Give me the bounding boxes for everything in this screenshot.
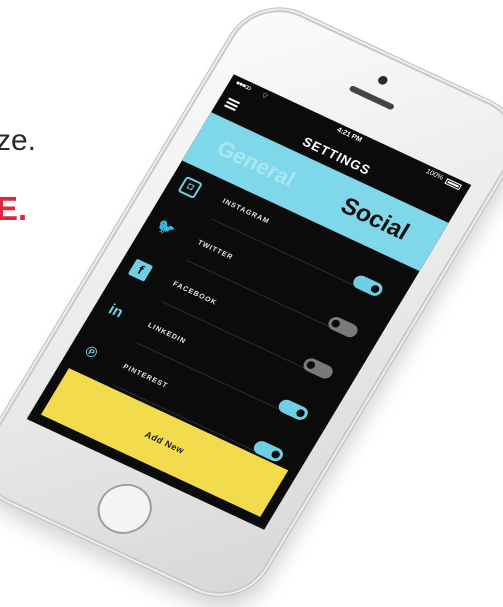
phone-screen: ●●●oo ⌔ 4:21 PM 100% SETTINGS General So… <box>26 74 472 530</box>
toggle-linkedin[interactable] <box>300 356 336 381</box>
linkedin-icon: in <box>105 300 127 322</box>
row-label-twitter: TWITTER <box>196 239 235 262</box>
row-label-pinterest: PINTEREST <box>121 363 169 390</box>
front-camera <box>376 74 390 87</box>
earpiece-speaker <box>348 85 396 111</box>
row-label-linkedin: LINKEDIN <box>146 322 188 346</box>
phone-device: ●●●oo ⌔ 4:21 PM 100% SETTINGS General So… <box>0 0 503 607</box>
background-text-line-2: E. <box>0 190 28 227</box>
instagram-icon: ◘ <box>177 175 204 199</box>
row-label-facebook: FACEBOOK <box>171 280 219 307</box>
toggle-twitter[interactable] <box>350 273 386 299</box>
toggle-pinterest[interactable] <box>276 397 311 423</box>
pinterest-icon: ℗ <box>81 342 101 363</box>
home-button[interactable] <box>87 475 162 543</box>
row-label-instagram: INSTAGRAM <box>220 197 271 226</box>
facebook-icon: f <box>127 258 154 282</box>
toggle-facebook[interactable] <box>325 314 361 340</box>
background-text-line-1: ze. <box>0 124 37 157</box>
twitter-icon: 🐦 <box>153 217 179 240</box>
